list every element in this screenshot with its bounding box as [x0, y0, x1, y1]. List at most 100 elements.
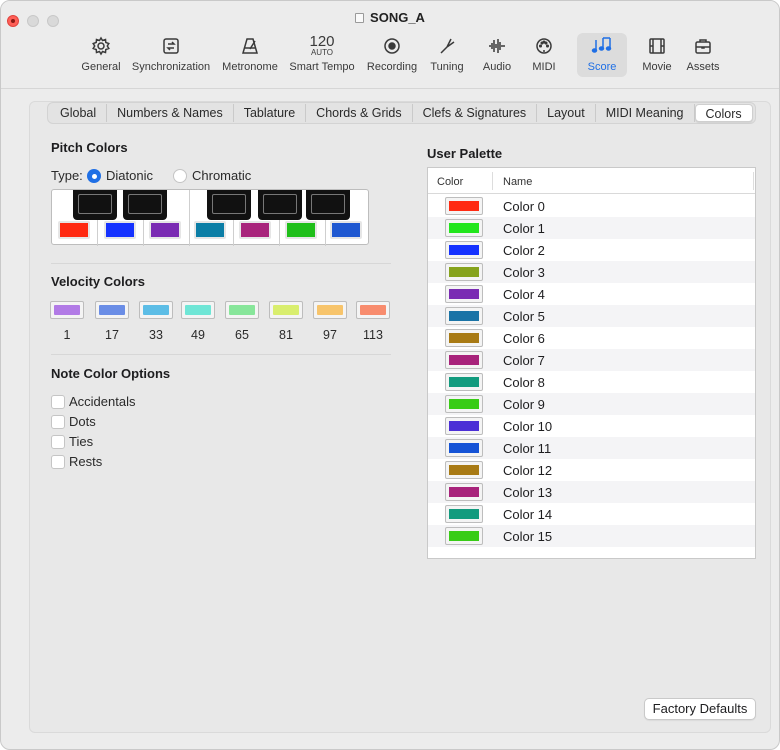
palette-color-swatch[interactable] — [445, 285, 483, 303]
pitch-swatch-e[interactable] — [149, 221, 181, 239]
pitch-swatch-d[interactable] — [104, 221, 136, 239]
toolbar-midi[interactable]: MIDI — [529, 33, 559, 77]
palette-color-name[interactable]: Color 10 — [503, 419, 552, 434]
toolbar-metronome[interactable]: Metronome — [219, 33, 281, 77]
toolbar-general[interactable]: General — [81, 33, 121, 77]
palette-color-swatch[interactable] — [445, 483, 483, 501]
toolbar-synchronization[interactable]: Synchronization — [131, 33, 211, 77]
palette-row[interactable]: Color 11 — [428, 437, 755, 459]
palette-color-swatch[interactable] — [445, 395, 483, 413]
palette-row[interactable]: Color 4 — [428, 283, 755, 305]
palette-color-swatch[interactable] — [445, 373, 483, 391]
rests-label[interactable]: Rests — [69, 454, 102, 469]
velocity-swatch[interactable] — [139, 301, 173, 319]
velocity-swatch[interactable] — [356, 301, 390, 319]
palette-row[interactable]: Color 14 — [428, 503, 755, 525]
diatonic-radio[interactable] — [87, 169, 101, 183]
toolbar-tuning[interactable]: Tuning — [427, 33, 467, 77]
palette-color-name[interactable]: Color 8 — [503, 375, 545, 390]
tab-chords-grids[interactable]: Chords & Grids — [306, 104, 413, 122]
palette-color-name[interactable]: Color 0 — [503, 199, 545, 214]
palette-color-name[interactable]: Color 6 — [503, 331, 545, 346]
palette-color-name[interactable]: Color 7 — [503, 353, 545, 368]
palette-row[interactable]: Color 8 — [428, 371, 755, 393]
pitch-swatch-g[interactable] — [239, 221, 271, 239]
palette-color-name[interactable]: Color 9 — [503, 397, 545, 412]
palette-color-swatch[interactable] — [445, 417, 483, 435]
palette-row[interactable]: Color 1 — [428, 217, 755, 239]
palette-color-swatch[interactable] — [445, 329, 483, 347]
palette-color-name[interactable]: Color 3 — [503, 265, 545, 280]
accidentals-label[interactable]: Accidentals — [69, 394, 135, 409]
toolbar-smart-tempo[interactable]: 120 AUTO Smart Tempo — [287, 33, 357, 77]
palette-row[interactable]: Color 0 — [428, 195, 755, 217]
toolbar-recording[interactable]: Recording — [365, 33, 419, 77]
palette-color-name[interactable]: Color 12 — [503, 463, 552, 478]
tab-midi-meaning[interactable]: MIDI Meaning — [596, 104, 695, 122]
palette-color-name[interactable]: Color 14 — [503, 507, 552, 522]
velocity-swatch[interactable] — [50, 301, 84, 319]
palette-color-name[interactable]: Color 15 — [503, 529, 552, 544]
chromatic-label[interactable]: Chromatic — [192, 168, 251, 183]
velocity-swatch[interactable] — [225, 301, 259, 319]
palette-row[interactable]: Color 6 — [428, 327, 755, 349]
name-column-header[interactable]: Name — [503, 176, 532, 188]
tab-layout[interactable]: Layout — [537, 104, 596, 122]
diatonic-label[interactable]: Diatonic — [106, 168, 153, 183]
palette-row[interactable]: Color 3 — [428, 261, 755, 283]
palette-row[interactable]: Color 7 — [428, 349, 755, 371]
palette-row[interactable]: Color 12 — [428, 459, 755, 481]
velocity-swatch[interactable] — [269, 301, 303, 319]
palette-row[interactable]: Color 15 — [428, 525, 755, 547]
palette-color-name[interactable]: Color 5 — [503, 309, 545, 324]
velocity-swatch[interactable] — [95, 301, 129, 319]
tab-tablature[interactable]: Tablature — [234, 104, 307, 122]
palette-color-name[interactable]: Color 11 — [503, 441, 551, 456]
velocity-swatch[interactable] — [313, 301, 347, 319]
toolbar-movie[interactable]: Movie — [637, 33, 677, 77]
palette-color-name[interactable]: Color 1 — [503, 221, 545, 236]
palette-color-swatch[interactable] — [445, 439, 483, 457]
toolbar-audio[interactable]: Audio — [477, 33, 517, 77]
palette-color-name[interactable]: Color 4 — [503, 287, 545, 302]
palette-row[interactable]: Color 10 — [428, 415, 755, 437]
chromatic-radio[interactable] — [173, 169, 187, 183]
palette-color-swatch[interactable] — [445, 263, 483, 281]
palette-color-name[interactable]: Color 2 — [503, 243, 545, 258]
palette-color-swatch[interactable] — [445, 505, 483, 523]
accidentals-checkbox[interactable] — [51, 395, 65, 409]
factory-defaults-button[interactable]: Factory Defaults — [644, 698, 756, 720]
palette-color-swatch[interactable] — [445, 197, 483, 215]
tab-colors[interactable]: Colors — [694, 104, 753, 122]
dots-label[interactable]: Dots — [69, 414, 96, 429]
pitch-swatch-c[interactable] — [58, 221, 90, 239]
palette-color-swatch[interactable] — [445, 219, 483, 237]
tab-numbers-names[interactable]: Numbers & Names — [107, 104, 234, 122]
ties-label[interactable]: Ties — [69, 434, 93, 449]
palette-color-swatch[interactable] — [445, 351, 483, 369]
velocity-swatch[interactable] — [181, 301, 215, 319]
toolbar-score[interactable]: Score — [577, 33, 627, 77]
color-column-header[interactable]: Color — [437, 176, 463, 188]
ties-checkbox[interactable] — [51, 435, 65, 449]
velocity-swatch-fill — [229, 305, 255, 315]
rests-checkbox[interactable] — [51, 455, 65, 469]
tab-clefs-signatures[interactable]: Clefs & Signatures — [413, 104, 538, 122]
palette-row[interactable]: Color 2 — [428, 239, 755, 261]
type-label: Type: — [51, 168, 83, 183]
pitch-swatch-a[interactable] — [285, 221, 317, 239]
toolbar-assets[interactable]: Assets — [683, 33, 723, 77]
pitch-swatch-f[interactable] — [194, 221, 226, 239]
palette-color-swatch[interactable] — [445, 461, 483, 479]
dots-checkbox[interactable] — [51, 415, 65, 429]
palette-color-swatch[interactable] — [445, 527, 483, 545]
palette-color-name[interactable]: Color 13 — [503, 485, 552, 500]
palette-row[interactable]: Color 9 — [428, 393, 755, 415]
palette-row[interactable]: Color 13 — [428, 481, 755, 503]
palette-color-fill — [449, 399, 479, 409]
palette-color-swatch[interactable] — [445, 307, 483, 325]
tab-global[interactable]: Global — [50, 104, 108, 122]
palette-row[interactable]: Color 5 — [428, 305, 755, 327]
pitch-swatch-b[interactable] — [330, 221, 362, 239]
palette-color-swatch[interactable] — [445, 241, 483, 259]
